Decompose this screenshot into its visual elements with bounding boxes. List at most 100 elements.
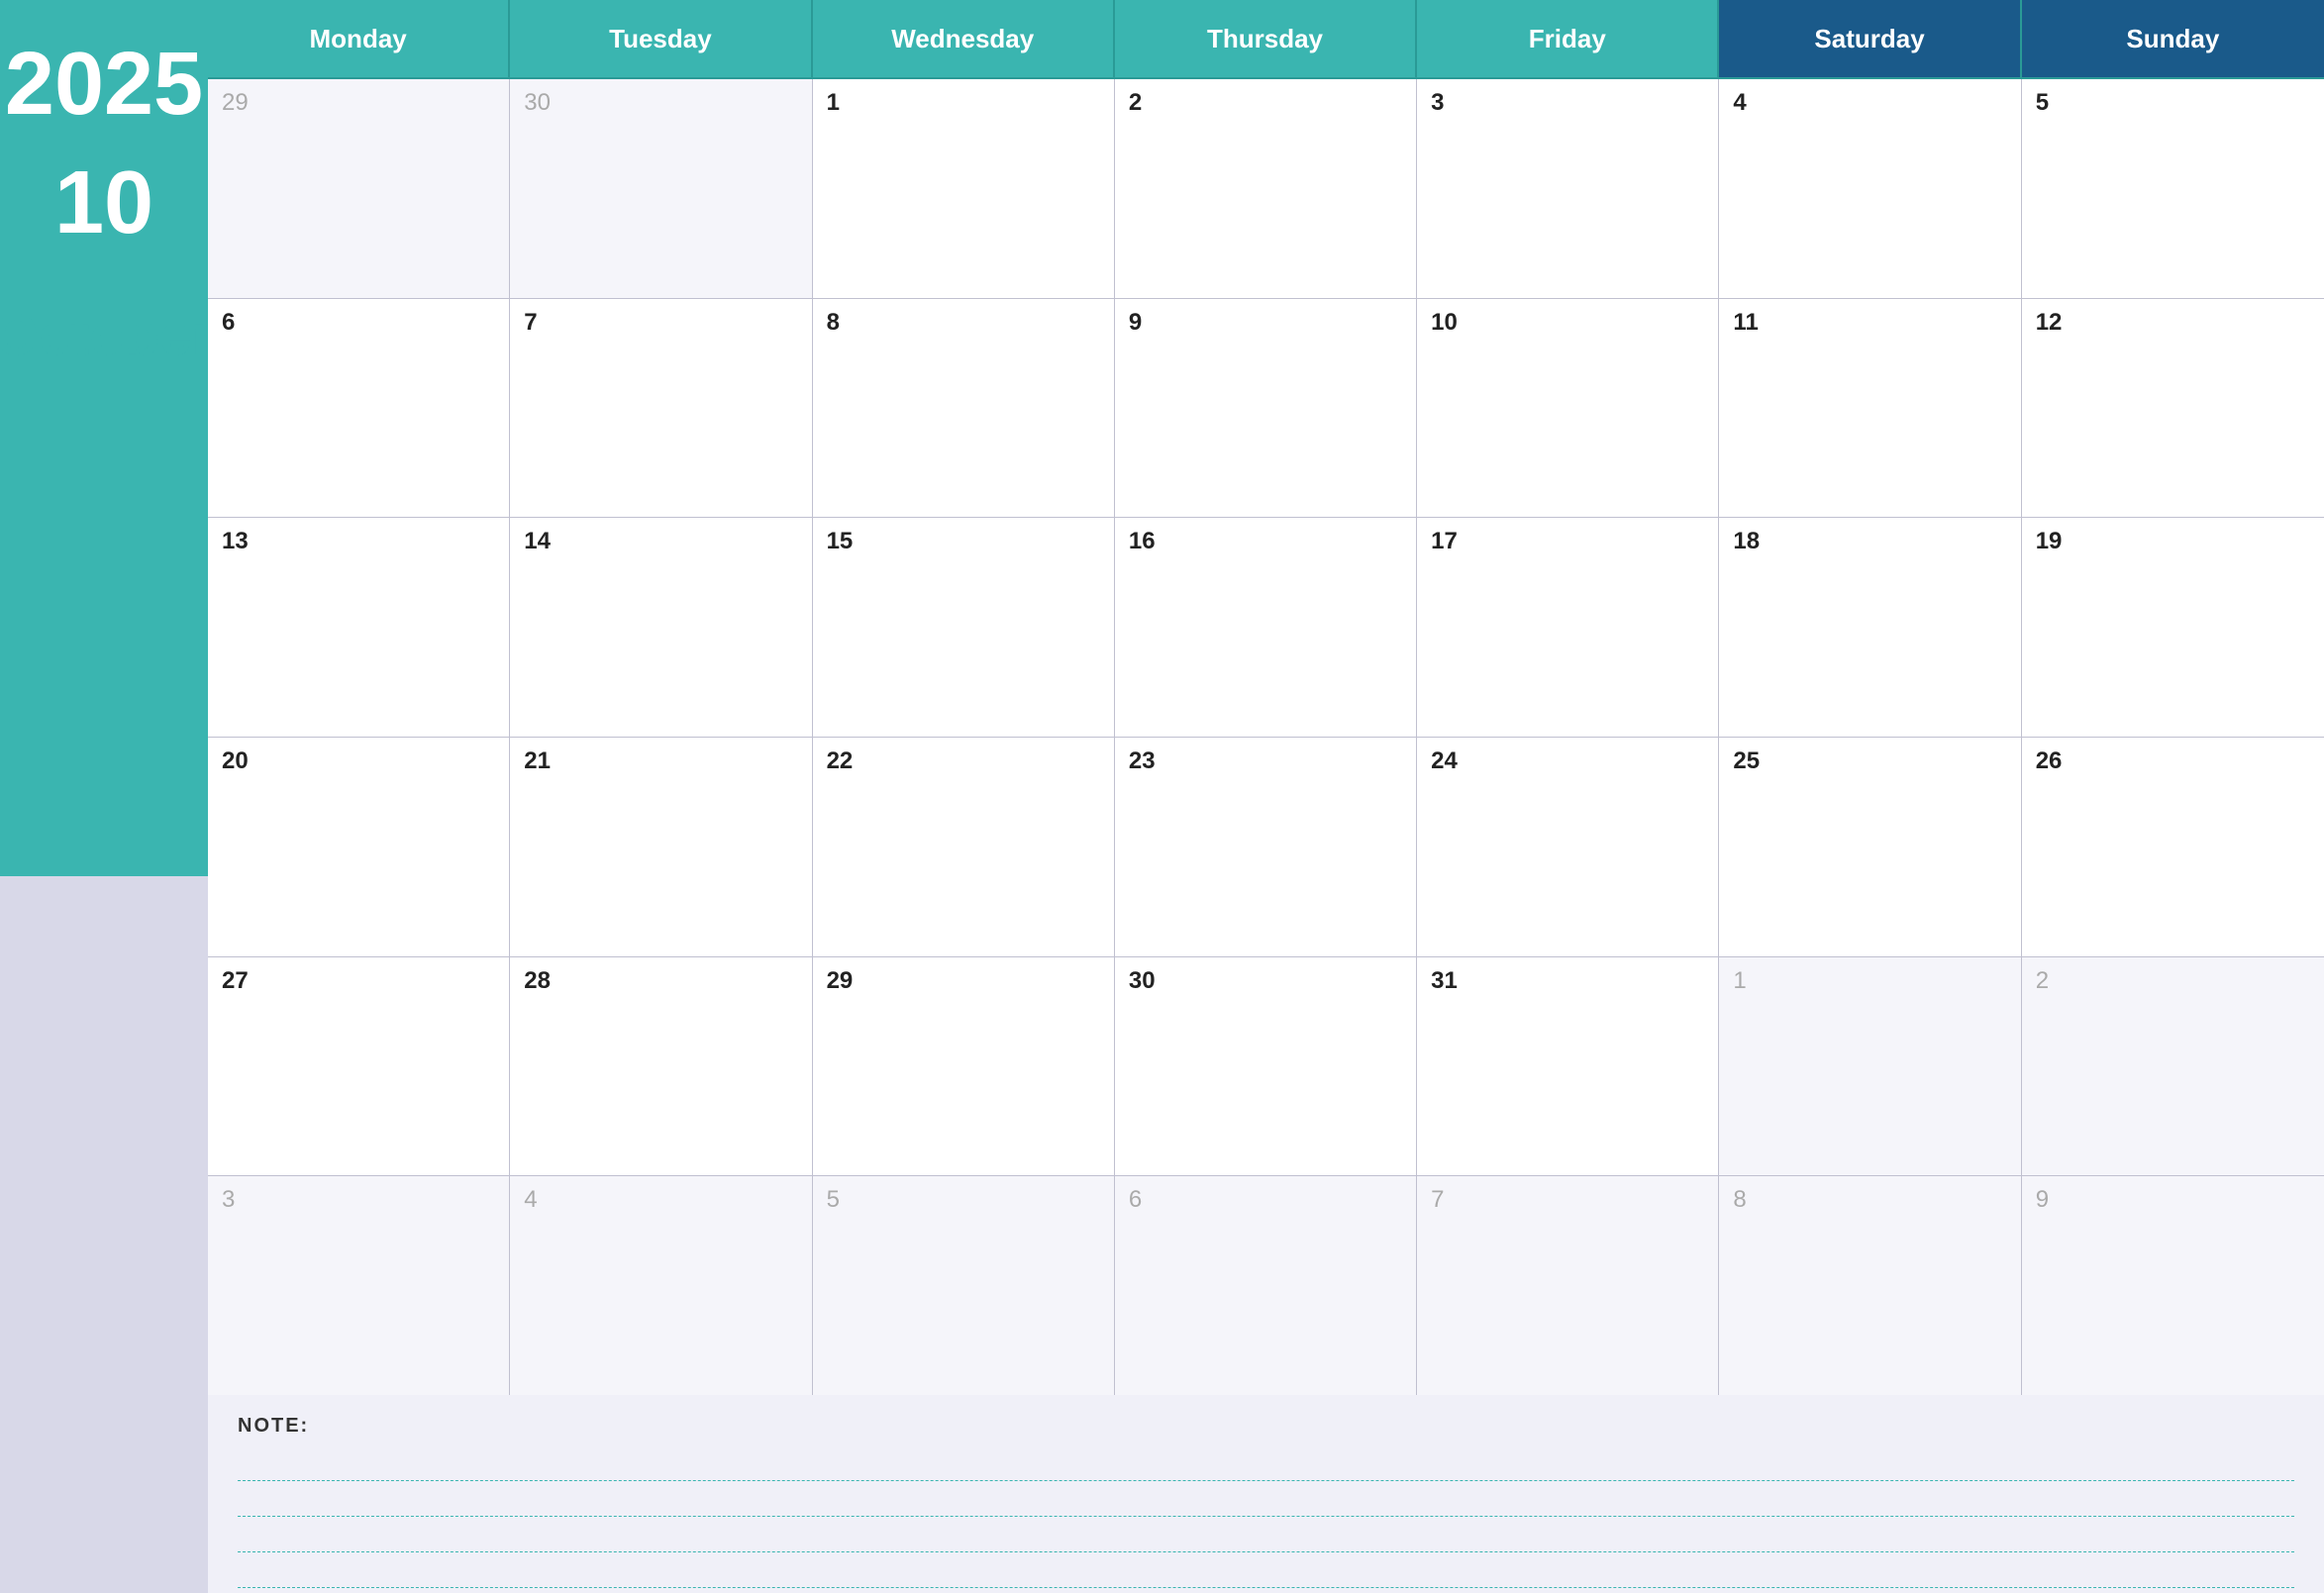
day-cell[interactable]: 23 — [1115, 738, 1417, 956]
day-cell[interactable]: 3 — [208, 1176, 510, 1395]
note-line-1 — [238, 1445, 2294, 1481]
day-cell[interactable]: 13 — [208, 518, 510, 737]
calendar-wrapper: 2025 10 October MondayTuesdayWednesdayTh… — [0, 0, 2324, 1593]
day-header-friday: Friday — [1417, 0, 1719, 79]
main-content: MondayTuesdayWednesdayThursdayFridaySatu… — [208, 0, 2324, 1593]
day-number: 27 — [222, 967, 249, 994]
note-line-3 — [238, 1517, 2294, 1552]
day-cell[interactable]: 30 — [1115, 957, 1417, 1176]
day-number: 15 — [827, 528, 854, 554]
day-number: 28 — [524, 967, 551, 994]
day-cell[interactable]: 6 — [1115, 1176, 1417, 1395]
day-cell[interactable]: 30 — [510, 79, 812, 298]
day-number: 7 — [1431, 1186, 1444, 1213]
day-number: 11 — [1733, 309, 1758, 336]
day-number: 25 — [1733, 747, 1760, 774]
day-cell[interactable]: 8 — [1719, 1176, 2021, 1395]
day-cell[interactable]: 17 — [1417, 518, 1719, 737]
day-cell[interactable]: 20 — [208, 738, 510, 956]
day-number: 7 — [524, 309, 537, 336]
day-number: 17 — [1431, 528, 1458, 554]
notes-section: NOTE: — [208, 1395, 2324, 1593]
day-cell[interactable]: 2 — [1115, 79, 1417, 298]
day-cell[interactable]: 3 — [1417, 79, 1719, 298]
day-cell[interactable]: 22 — [813, 738, 1115, 956]
day-cell[interactable]: 9 — [1115, 299, 1417, 518]
day-number: 5 — [2036, 89, 2049, 116]
day-number: 12 — [2036, 309, 2063, 336]
day-cell[interactable]: 1 — [1719, 957, 2021, 1176]
sidebar-month-name: October — [0, 307, 214, 364]
day-number: 5 — [827, 1186, 840, 1213]
week-row-5: 27 28 29 30 31 12 — [208, 957, 2324, 1177]
day-number: 6 — [222, 309, 235, 336]
week-row-2: 6 7 8 9 10 11 12 — [208, 299, 2324, 519]
day-header-thursday: Thursday — [1115, 0, 1417, 79]
day-cell[interactable]: 21 — [510, 738, 812, 956]
day-number: 8 — [1733, 1186, 1746, 1213]
day-number: 21 — [524, 747, 551, 774]
day-number: 6 — [1129, 1186, 1142, 1213]
day-cell[interactable]: 15 — [813, 518, 1115, 737]
day-number: 8 — [827, 309, 840, 336]
calendar-grid: MondayTuesdayWednesdayThursdayFridaySatu… — [208, 0, 2324, 1395]
day-cell[interactable]: 2 — [2022, 957, 2324, 1176]
day-cell[interactable]: 16 — [1115, 518, 1417, 737]
day-cell[interactable]: 9 — [2022, 1176, 2324, 1395]
day-number: 4 — [524, 1186, 537, 1213]
day-cell[interactable]: 4 — [510, 1176, 812, 1395]
day-cell[interactable]: 18 — [1719, 518, 2021, 737]
day-number: 13 — [222, 528, 249, 554]
day-cell[interactable]: 19 — [2022, 518, 2324, 737]
day-number: 4 — [1733, 89, 1746, 116]
day-cell[interactable]: 28 — [510, 957, 812, 1176]
day-number: 19 — [2036, 528, 2063, 554]
day-cell[interactable]: 4 — [1719, 79, 2021, 298]
week-row-1: 29 30 1 234 5 — [208, 79, 2324, 299]
day-cell[interactable]: 27 — [208, 957, 510, 1176]
day-cell[interactable]: 1 — [813, 79, 1115, 298]
day-cell[interactable]: 29 — [208, 79, 510, 298]
sidebar-month-num: 10 — [54, 158, 153, 248]
day-header-tuesday: Tuesday — [510, 0, 812, 79]
day-cell[interactable]: 7 — [1417, 1176, 1719, 1395]
day-cell[interactable]: 5 — [2022, 79, 2324, 298]
day-number: 30 — [524, 89, 551, 116]
day-number: 24 — [1431, 747, 1458, 774]
day-number: 22 — [827, 747, 854, 774]
note-label: NOTE: — [238, 1415, 2294, 1438]
day-cell[interactable]: 5 — [813, 1176, 1115, 1395]
day-header-wednesday: Wednesday — [813, 0, 1115, 79]
day-number: 2 — [2036, 967, 2049, 994]
day-cell[interactable]: 14 — [510, 518, 812, 737]
day-header-sunday: Sunday — [2022, 0, 2324, 79]
day-cell[interactable]: 12 — [2022, 299, 2324, 518]
day-header-saturday: Saturday — [1719, 0, 2021, 79]
week-row-4: 20 21 22 23 24 25 26 — [208, 738, 2324, 957]
day-number: 30 — [1129, 967, 1156, 994]
sidebar: 2025 10 October — [0, 0, 208, 1593]
day-cell[interactable]: 29 — [813, 957, 1115, 1176]
day-number: 23 — [1129, 747, 1156, 774]
day-number: 14 — [524, 528, 551, 554]
day-number: 31 — [1431, 967, 1458, 994]
day-headers: MondayTuesdayWednesdayThursdayFridaySatu… — [208, 0, 2324, 79]
day-cell[interactable]: 8 — [813, 299, 1115, 518]
day-cell[interactable]: 24 — [1417, 738, 1719, 956]
day-number: 10 — [1431, 309, 1458, 336]
week-row-6: 34 5 6 7 8 9 — [208, 1176, 2324, 1395]
day-number: 18 — [1733, 528, 1760, 554]
day-cell[interactable]: 11 — [1719, 299, 2021, 518]
day-number: 9 — [2036, 1186, 2049, 1213]
day-cell[interactable]: 31 — [1417, 957, 1719, 1176]
day-number: 20 — [222, 747, 249, 774]
day-cell[interactable]: 6 — [208, 299, 510, 518]
day-number: 1 — [827, 89, 840, 116]
day-cell[interactable]: 7 — [510, 299, 812, 518]
week-row-3: 13 14 15 16 17 18 19 — [208, 518, 2324, 738]
note-line-4 — [238, 1552, 2294, 1588]
day-cell[interactable]: 25 — [1719, 738, 2021, 956]
day-cell[interactable]: 26 — [2022, 738, 2324, 956]
day-cell[interactable]: 10 — [1417, 299, 1719, 518]
sidebar-year: 2025 — [5, 40, 203, 129]
